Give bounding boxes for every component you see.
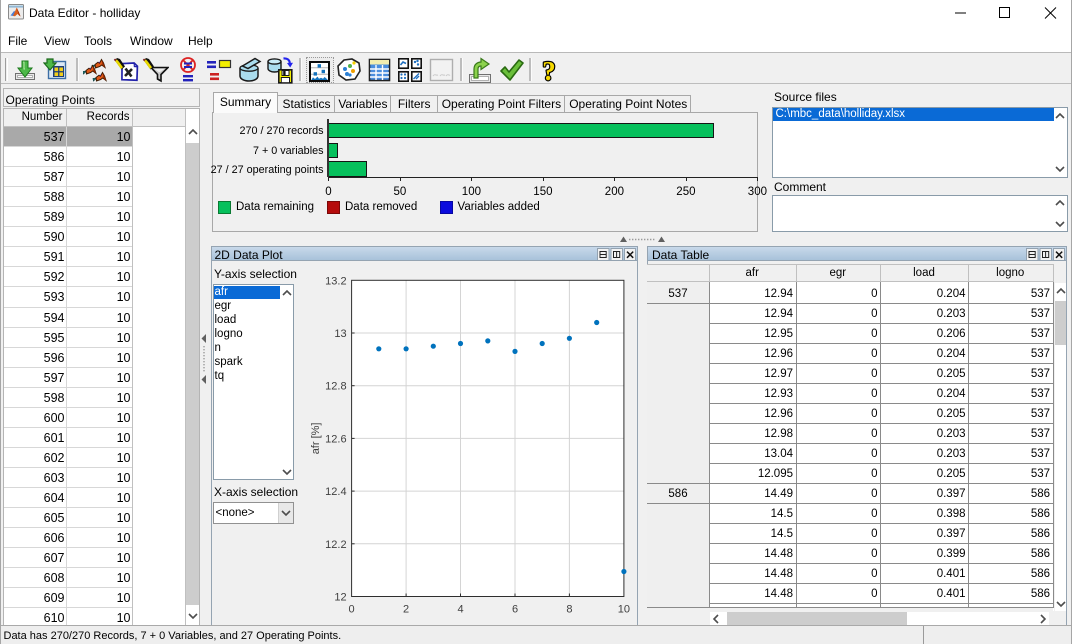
svg-text:12.6: 12.6 [325, 433, 346, 445]
svg-text:afr [%]: afr [%] [310, 423, 322, 455]
svg-text:12.2: 12.2 [325, 539, 346, 551]
svg-text:6: 6 [512, 604, 518, 616]
svg-text:2: 2 [403, 604, 409, 616]
svg-text:12.4: 12.4 [325, 486, 346, 498]
svg-text:8: 8 [566, 604, 572, 616]
svg-text:?: ? [542, 56, 556, 85]
svg-text:13: 13 [334, 328, 346, 340]
svg-text:10: 10 [618, 604, 630, 616]
svg-text:13.2: 13.2 [325, 275, 346, 287]
svg-text:0: 0 [349, 604, 355, 616]
svg-text:12: 12 [334, 592, 346, 604]
svg-text:12.8: 12.8 [325, 381, 346, 393]
svg-text:4: 4 [457, 604, 463, 616]
